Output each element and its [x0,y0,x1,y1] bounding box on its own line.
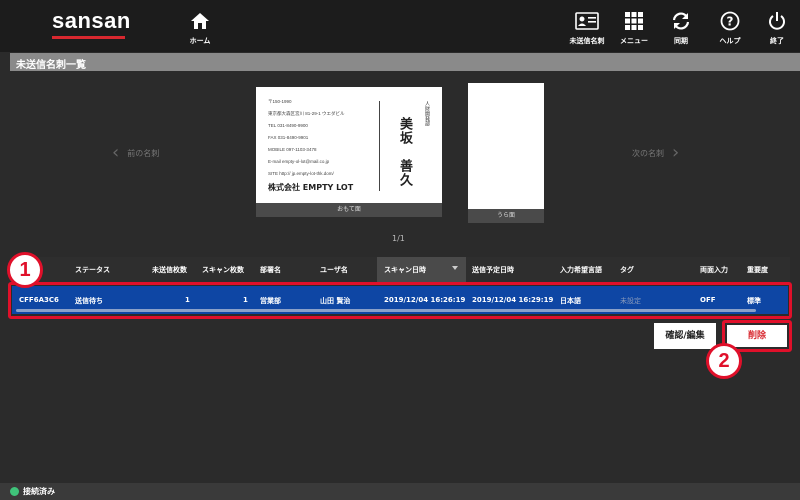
unsent-cards-label: 未送信名刺 [569,37,605,45]
help-label: ヘルプ [719,37,741,45]
card-company: 株式会社 EMPTY LOT [268,183,354,192]
delete-button[interactable]: 削除 [727,325,787,347]
sync-button[interactable]: 同期 [656,9,706,46]
connection-status-icon [10,487,19,496]
card-person-name: 美坂 善久 [397,117,412,187]
card-mobile: MOBILE 097-1103-3478 [268,147,317,152]
card-fax: FAX 031-8490-9901 [268,135,309,140]
card-front-image[interactable]: 〒150-1990 東京都大森区宮川 81-29-1 ウエダビル TEL 031… [256,87,442,217]
logo-underline [52,36,125,39]
column-header-send-datetime[interactable]: 送信予定日時 [472,265,514,275]
sansan-logo: sansan [52,8,131,33]
home-label: ホーム [189,37,211,45]
card-back-caption: うら面 [468,209,544,223]
help-icon: ? [705,9,755,33]
next-card-label: 次の名刺 [632,148,664,158]
column-header-user[interactable]: ユーザ名 [320,265,348,275]
step-1-badge: 1 [7,252,43,288]
column-header-department[interactable]: 部署名 [260,265,281,275]
sync-label: 同期 [674,37,688,45]
row-highlight-annotation [8,282,792,319]
home-button[interactable]: ホーム [175,9,225,46]
business-card-icon [562,9,612,33]
card-postal: 〒150-1990 [268,99,292,104]
previous-card-button[interactable]: ‹ 前の名刺 [112,144,159,162]
previous-card-label: 前の名刺 [127,148,160,158]
power-icon [752,9,800,33]
chevron-left-icon: ‹ [112,142,120,163]
exit-label: 終了 [770,37,784,45]
column-header-scanned[interactable]: スキャン枚数 [202,265,244,275]
column-header-scan-datetime[interactable]: スキャン日時 [384,265,426,275]
status-bar [0,483,800,500]
sort-descending-icon [452,266,458,270]
page-indicator: 1/1 [392,234,405,243]
column-header-duplex[interactable]: 両面入力 [700,265,728,275]
card-back-image[interactable]: うら面 [468,83,544,223]
card-tel: TEL 031-8490-9900 [268,123,308,128]
unsent-cards-button[interactable]: 未送信名刺 [562,9,612,46]
column-header-tag[interactable]: タグ [620,265,634,275]
card-site: SITE http:// jp.empty-lot-thk.dom/ [268,171,334,176]
card-email: E-mail empty-ol-lot@mail.co.jp [268,159,330,164]
card-divider [379,101,380,191]
svg-text:?: ? [727,15,734,29]
sync-icon [656,9,706,33]
card-address: 東京都大森区宮川 81-29-1 ウエダビル [268,111,345,116]
column-header-priority[interactable]: 重要度 [747,265,768,275]
chevron-right-icon: › [672,142,680,163]
help-button[interactable]: ? ヘルプ [705,9,755,46]
confirm-edit-button[interactable]: 確認/編集 [654,323,716,349]
step-2-badge: 2 [706,343,742,379]
exit-button[interactable]: 終了 [752,9,800,46]
connection-status-text: 接続済み [23,487,55,496]
column-header-unsent[interactable]: 未送信枚数 [152,265,187,275]
menu-button[interactable]: メニュー [609,9,659,46]
column-header-language[interactable]: 入力希望言語 [560,265,602,275]
column-header-status[interactable]: ステータス [75,265,110,275]
app-header: sansan ホーム 未送信名刺 メニュー 同期 ? ヘルプ 終了 [0,0,800,52]
menu-label: メニュー [620,37,648,45]
page-title: 未送信名刺一覧 [10,53,800,71]
card-front-caption: おもて面 [256,203,442,217]
home-icon [175,9,225,33]
card-person-title: 人財開発部 [424,101,430,126]
grid-menu-icon [609,9,659,33]
next-card-button[interactable]: 次の名刺 › [632,144,679,162]
